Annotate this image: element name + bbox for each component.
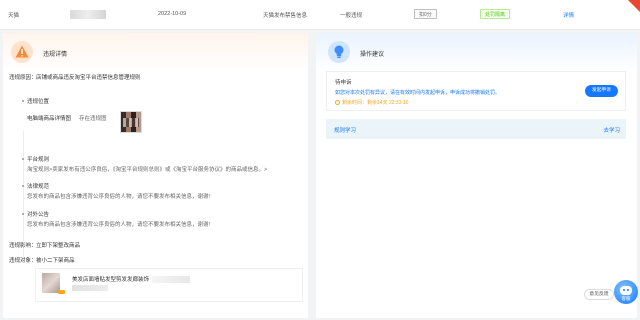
product-id-redacted [72, 285, 108, 291]
record-level: 一般违规 [340, 13, 363, 19]
bullet [22, 100, 24, 102]
action-suggestion-panel: 操作建议 待申诉 如您对本次处罚有异议，请在有效时间内发起申诉，申诉成功将撤销处… [316, 33, 637, 318]
target-label: 违规对象： [9, 258, 37, 264]
record-status-badge: 处罚隔离 [480, 9, 511, 19]
bullet [22, 158, 24, 160]
target-text: 被小二下架商品 [36, 258, 75, 264]
reason-text: 店铺或商品违反淘宝平台违禁信息管理规则 [36, 75, 141, 81]
notice-text: 您发布的商品包含涉嫌违背公序良俗的人物，请您不要发布相关信息，谢谢! [27, 222, 211, 228]
action-suggestion-header: 操作建议 [316, 33, 637, 71]
record-date: 2022-10-09 [158, 11, 187, 17]
lightbulb-icon [328, 41, 350, 63]
law-text: 您发布的商品包含涉嫌违背公序良俗的人物，请您不要发布相关信息，谢谢! [27, 194, 211, 200]
deadline-prefix: 剩余时间： [342, 100, 368, 106]
record-category: 天猫发布禁售信息 [263, 13, 308, 19]
location-label: 电脑端商品详情图 [27, 116, 72, 122]
action-suggestion-title: 操作建议 [360, 52, 385, 58]
customer-service-label: 客服 [621, 296, 631, 301]
deadline-value: 剩余14天 22:33:10 [367, 100, 409, 106]
bullet [22, 213, 24, 215]
rule-learning-row[interactable]: 规则学习 去学习 [326, 119, 626, 139]
product-name[interactable]: 美发店面墙贴发型剪发发廊装饰 [72, 275, 190, 283]
record-platform: 天猫 [8, 13, 20, 19]
violation-detail-header: 违规详情 [3, 33, 308, 71]
appeal-deadline: 剩余时间：剩余14天 22:33:10 [335, 99, 408, 106]
violation-detail-panel: 违规详情 违规原因： 店铺或商品违反淘宝平台违禁信息管理规则 违规位置 电脑端商… [3, 33, 308, 318]
impact-text: 立即下架整改商品 [36, 243, 81, 249]
violation-image-thumbnail[interactable] [120, 111, 142, 133]
corner-ribbon [628, 0, 640, 12]
platform-rule-title: 平台规则 [27, 157, 50, 163]
clock-icon [335, 100, 340, 105]
start-appeal-button[interactable]: 发起申诉 [585, 85, 618, 97]
customer-service-button[interactable]: 客服 [614, 280, 638, 304]
violation-detail-title: 违规详情 [43, 52, 68, 58]
rule-learning-title: 规则学习 [334, 128, 357, 134]
product-badge [58, 290, 65, 294]
warning-icon [11, 41, 33, 63]
location-title: 违规位置 [27, 99, 50, 105]
record-score-badge: 扣0分 [414, 9, 437, 19]
violation-record-row: 天猫 2022-10-09 天猫发布禁售信息 一般违规 扣0分 处罚隔离 详情 [0, 0, 640, 30]
platform-rule-text[interactable]: 淘宝规则>卖家发布有违公序良俗，《淘宝平台规则总则》或《淘宝平台服务协议》的商品… [27, 165, 267, 173]
reason-label: 违规原因： [9, 75, 37, 81]
impact-label: 违规影响： [9, 243, 37, 249]
feedback-button[interactable]: 意见反馈 [584, 289, 614, 300]
law-title: 法律规范 [27, 184, 50, 190]
robot-icon [620, 286, 632, 295]
go-learn-link[interactable]: 去学习 [603, 126, 620, 134]
record-shop-redacted [70, 10, 106, 19]
appeal-title: 待申诉 [335, 80, 352, 86]
product-card[interactable]: 美发店面墙贴发型剪发发廊装饰 [35, 268, 303, 302]
location-value: 存在违规图 [79, 116, 107, 122]
record-detail-link[interactable]: 详情 [563, 11, 574, 19]
notice-title: 对外公告 [27, 212, 50, 218]
bullet [22, 185, 24, 187]
appeal-description: 如您对本次处罚有异议，请在有效时间内发起申诉，申诉成功将撤销处罚。 [335, 90, 501, 96]
appeal-card: 待申诉 如您对本次处罚有异议，请在有效时间内发起申诉，申诉成功将撤销处罚。 剩余… [326, 71, 626, 111]
